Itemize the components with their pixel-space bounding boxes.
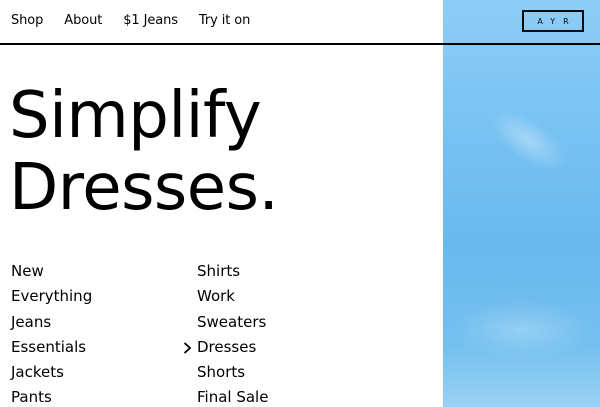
category-link[interactable]: Jackets [11, 363, 64, 381]
category-item-essentials[interactable]: Essentials [11, 335, 92, 360]
category-link[interactable]: Sweaters [197, 313, 266, 331]
page: Shop About $1 Jeans Try it on AYR Simpli… [0, 0, 600, 407]
cloud-haze [453, 300, 593, 360]
nav-link-about[interactable]: About [64, 13, 102, 29]
category-item-final-sale[interactable]: Final Sale [197, 385, 268, 407]
category-link-selected[interactable]: Dresses [197, 338, 256, 356]
category-link[interactable]: Jeans [11, 313, 51, 331]
chevron-right-icon [183, 342, 192, 354]
nav-link-try-it-on[interactable]: Try it on [199, 13, 250, 29]
headline-line-2: Dresses. [9, 151, 279, 225]
brand-logo[interactable]: AYR [522, 10, 584, 32]
nav-link-1-jeans[interactable]: $1 Jeans [123, 13, 178, 29]
category-item-work[interactable]: Work [197, 284, 268, 309]
main-nav: Shop About $1 Jeans Try it on [11, 13, 271, 29]
category-link[interactable]: Essentials [11, 338, 86, 356]
category-list-right: Shirts Work Sweaters Dresses Shorts Fina… [183, 259, 268, 407]
category-link[interactable]: Final Sale [197, 388, 268, 406]
category-item-sweaters[interactable]: Sweaters [197, 310, 268, 335]
category-item-pants[interactable]: Pants [11, 385, 92, 407]
hero-sky-image [443, 0, 600, 407]
category-link[interactable]: Pants [11, 388, 52, 406]
category-link[interactable]: Shorts [197, 363, 245, 381]
category-item-shirts[interactable]: Shirts [197, 259, 268, 284]
category-link[interactable]: Shirts [197, 262, 240, 280]
category-list-left: New Everything Jeans Essentials Jackets … [11, 259, 92, 407]
header-divider [0, 43, 600, 45]
category-item-everything[interactable]: Everything [11, 284, 92, 309]
category-item-jeans[interactable]: Jeans [11, 310, 92, 335]
category-item-dresses[interactable]: Dresses [183, 335, 268, 360]
category-link[interactable]: New [11, 262, 44, 280]
category-item-new[interactable]: New [11, 259, 92, 284]
nav-link-shop[interactable]: Shop [11, 13, 43, 29]
category-link[interactable]: Everything [11, 287, 92, 305]
category-item-shorts[interactable]: Shorts [197, 360, 268, 385]
category-item-jackets[interactable]: Jackets [11, 360, 92, 385]
headline-line-1: Simplify [9, 79, 262, 153]
page-headline: Simplify Dresses. [9, 79, 279, 225]
cloud-wisp [479, 97, 577, 183]
category-link[interactable]: Work [197, 287, 235, 305]
